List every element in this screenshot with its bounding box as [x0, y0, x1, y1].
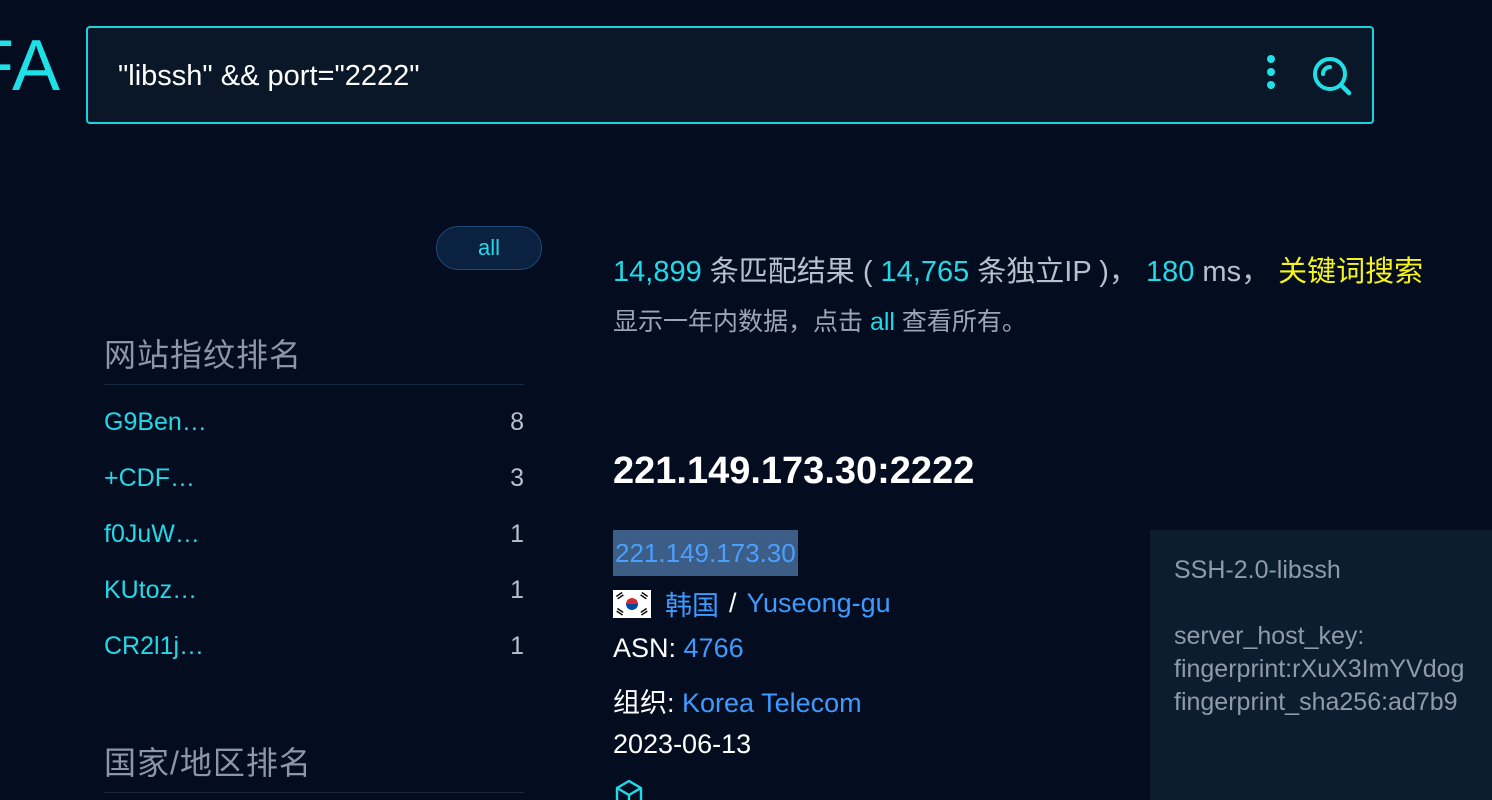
host-title[interactable]: 221.149.173.30:2222: [613, 450, 974, 493]
all-button[interactable]: all: [436, 226, 542, 270]
search-input[interactable]: [118, 54, 1218, 98]
org-row: 组织: Korea Telecom: [613, 681, 862, 720]
country-ranking-title: 国家/地区排名: [104, 745, 312, 781]
location-row: 韩国 / Yuseong-gu: [613, 584, 891, 623]
rank-name[interactable]: G9Ben…: [104, 408, 207, 437]
note-suffix: 查看所有。: [894, 308, 1027, 336]
ip-link[interactable]: 221.149.173.30: [613, 530, 798, 576]
asn-label: ASN:: [613, 633, 684, 663]
unique-suffix: 条独立IP )，: [969, 256, 1146, 288]
rank-count: 1: [510, 519, 524, 548]
list-item[interactable]: G9Ben… 8: [104, 394, 524, 450]
rank-name[interactable]: KUtoz…: [104, 576, 197, 605]
list-item[interactable]: CR2l1j… 1: [104, 618, 524, 674]
location-separator: /: [729, 588, 737, 618]
results-summary: 14,899 条匹配结果 ( 14,765 条独立IP )， 180 ms， 关…: [613, 248, 1423, 290]
query-time: 180: [1145, 256, 1195, 288]
rank-count: 1: [510, 575, 524, 604]
rank-name[interactable]: +CDF…: [104, 464, 195, 493]
banner-panel: SSH-2.0-libssh server_host_key: fingerpr…: [1150, 530, 1492, 800]
list-item[interactable]: +CDF… 3: [104, 450, 524, 506]
more-vertical-icon[interactable]: [1256, 52, 1286, 94]
asn-link[interactable]: 4766: [684, 633, 744, 663]
unique-ip-count: 14,765: [880, 256, 970, 288]
rank-name[interactable]: CR2l1j…: [104, 632, 204, 661]
total-suffix: 条匹配结果 (: [701, 256, 881, 288]
rank-count: 8: [510, 407, 524, 436]
list-item[interactable]: KUtoz… 1: [104, 562, 524, 618]
org-link[interactable]: Korea Telecom: [682, 688, 862, 718]
rank-count: 3: [510, 463, 524, 492]
data-range-note: 显示一年内数据，点击 all 查看所有。: [613, 302, 1027, 338]
search-box: [86, 26, 1374, 124]
fingerprint-ranking-title: 网站指纹排名: [104, 337, 303, 373]
asn-row: ASN: 4766: [613, 633, 744, 664]
total-count: 14,899: [613, 256, 702, 288]
country-link[interactable]: 韩国: [665, 584, 719, 623]
org-label: 组织:: [613, 688, 683, 718]
banner-text: SSH-2.0-libssh server_host_key: fingerpr…: [1174, 556, 1465, 716]
divider: [104, 384, 524, 385]
page: FA all 网站指纹排名 G9Ben… 8 +CDF… 3: [0, 0, 1492, 800]
fingerprint-ranking-list: G9Ben… 8 +CDF… 3 f0JuW… 1 KUtoz… 1 CR2l1…: [104, 394, 524, 674]
rank-count: 1: [510, 631, 524, 660]
keyword-search-link[interactable]: 关键词搜索: [1278, 256, 1423, 288]
cube-icon[interactable]: [613, 778, 645, 800]
logo: FA: [0, 26, 63, 106]
note-prefix: 显示一年内数据，点击: [613, 308, 870, 336]
korea-flag-icon: [613, 589, 651, 618]
all-link[interactable]: all: [870, 308, 895, 336]
time-unit: ms，: [1194, 256, 1279, 288]
city-link[interactable]: Yuseong-gu: [747, 588, 891, 619]
search-icon[interactable]: [1310, 54, 1354, 98]
divider: [104, 792, 524, 793]
list-item[interactable]: f0JuW… 1: [104, 506, 524, 562]
rank-name[interactable]: f0JuW…: [104, 520, 200, 549]
update-date: 2023-06-13: [613, 729, 752, 759]
